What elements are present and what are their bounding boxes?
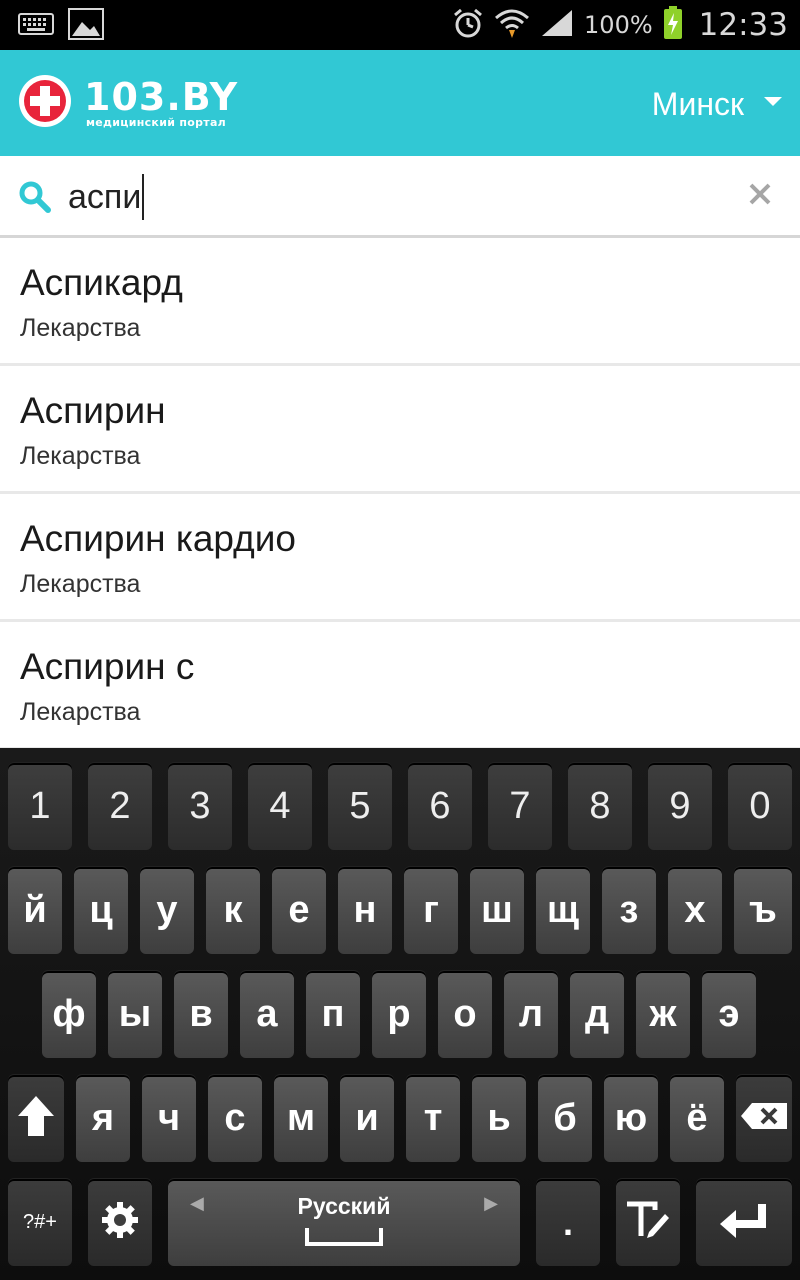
status-bar: 100% 12:33 [0, 0, 800, 50]
key-letter[interactable]: т [406, 1075, 460, 1162]
language-label: Русский [297, 1193, 391, 1219]
key-letter[interactable]: ъ [734, 867, 792, 954]
city-label: Минск [651, 85, 744, 122]
result-title: Аспирин кардио [20, 518, 296, 559]
enter-icon [718, 1200, 770, 1245]
key-3[interactable]: 3 [168, 763, 232, 850]
key-letter[interactable]: м [274, 1075, 328, 1162]
key-letter[interactable]: ш [470, 867, 524, 954]
settings-key[interactable] [88, 1179, 152, 1266]
key-letter[interactable]: л [504, 971, 558, 1058]
result-category: Лекарства [20, 698, 141, 726]
space-key[interactable]: ◀ ▶ Русский [168, 1179, 520, 1266]
result-category: Лекарства [20, 314, 141, 342]
clear-search-button[interactable] [746, 182, 774, 210]
battery-charging-icon [663, 6, 683, 44]
result-title: Аспирин с [20, 646, 195, 687]
key-letter[interactable]: п [306, 971, 360, 1058]
key-letter[interactable]: о [438, 971, 492, 1058]
key-letter[interactable]: ь [472, 1075, 526, 1162]
list-item[interactable]: Аспирин кардио Лекарства [0, 494, 800, 619]
key-letter[interactable]: з [602, 867, 656, 954]
key-letter[interactable]: б [538, 1075, 592, 1162]
logo-subtitle: медицинский портал [86, 115, 227, 129]
clock: 12:33 [698, 7, 788, 43]
key-letter[interactable]: д [570, 971, 624, 1058]
key-letter[interactable]: р [372, 971, 426, 1058]
app-header: 103.BY медицинский портал Минск [0, 50, 800, 156]
symbols-key[interactable]: ?#+ [8, 1179, 72, 1266]
search-query: аспи [68, 177, 142, 216]
soft-keyboard: 1 2 3 4 5 6 7 8 9 0 й ц у к е н г ш щ з … [0, 748, 800, 1280]
key-2[interactable]: 2 [88, 763, 152, 850]
language-next-icon: ▶ [484, 1193, 498, 1213]
handwriting-key[interactable] [616, 1179, 680, 1266]
keyboard-notification-icon [18, 13, 54, 39]
list-item[interactable]: Аспирин Лекарства [0, 366, 800, 491]
key-letter[interactable]: ч [142, 1075, 196, 1162]
battery-percent: 100% [584, 11, 653, 39]
wifi-icon [494, 6, 530, 44]
search-icon [18, 180, 52, 214]
key-9[interactable]: 9 [648, 763, 712, 850]
key-1[interactable]: 1 [8, 763, 72, 850]
key-letter[interactable]: а [240, 971, 294, 1058]
key-8[interactable]: 8 [568, 763, 632, 850]
key-letter[interactable]: ю [604, 1075, 658, 1162]
city-selector[interactable]: Минск [652, 80, 782, 128]
key-letter[interactable]: ж [636, 971, 690, 1058]
logo-title: 103.BY [84, 74, 239, 119]
alarm-icon [452, 7, 484, 43]
language-prev-icon: ◀ [190, 1193, 204, 1213]
shift-key[interactable] [8, 1075, 64, 1162]
signal-icon [540, 8, 574, 42]
result-category: Лекарства [20, 442, 141, 470]
result-title: Аспикард [20, 262, 183, 303]
key-letter[interactable]: е [272, 867, 326, 954]
result-title: Аспирин [20, 390, 166, 431]
key-letter[interactable]: э [702, 971, 756, 1058]
key-letter[interactable]: у [140, 867, 194, 954]
key-7[interactable]: 7 [488, 763, 552, 850]
key-4[interactable]: 4 [248, 763, 312, 850]
list-item[interactable]: Аспикард Лекарства [0, 238, 800, 363]
key-5[interactable]: 5 [328, 763, 392, 850]
key-letter[interactable]: х [668, 867, 722, 954]
key-letter[interactable]: ы [108, 971, 162, 1058]
search-input[interactable]: аспи [68, 174, 145, 220]
image-notification-icon [68, 8, 104, 44]
key-letter[interactable]: ё [670, 1075, 724, 1162]
key-letter[interactable]: н [338, 867, 392, 954]
key-letter[interactable]: ц [74, 867, 128, 954]
key-letter[interactable]: в [174, 971, 228, 1058]
result-category: Лекарства [20, 570, 141, 598]
key-letter[interactable]: щ [536, 867, 590, 954]
enter-key[interactable] [696, 1179, 792, 1266]
space-bar-icon [305, 1228, 383, 1246]
key-6[interactable]: 6 [408, 763, 472, 850]
close-icon [748, 179, 772, 214]
key-0[interactable]: 0 [728, 763, 792, 850]
app-logo[interactable]: 103.BY медицинский портал [18, 74, 238, 132]
gear-icon [100, 1200, 140, 1245]
shift-arrow-icon [16, 1094, 56, 1143]
medical-cross-icon [18, 74, 72, 132]
key-letter[interactable]: и [340, 1075, 394, 1162]
key-letter[interactable]: й [8, 867, 62, 954]
search-bar: аспи [0, 156, 800, 238]
key-letter[interactable]: я [76, 1075, 130, 1162]
key-letter[interactable]: ф [42, 971, 96, 1058]
key-letter[interactable]: г [404, 867, 458, 954]
search-results-list: Аспикард Лекарства Аспирин Лекарства Асп… [0, 238, 800, 748]
text-cursor [142, 174, 145, 220]
list-item[interactable]: Аспирин с Лекарства [0, 622, 800, 747]
dropdown-caret-icon [764, 96, 782, 106]
key-letter[interactable]: с [208, 1075, 262, 1162]
key-letter[interactable]: к [206, 867, 260, 954]
period-key[interactable]: . [536, 1179, 600, 1266]
backspace-key[interactable] [736, 1075, 792, 1162]
text-pen-icon [625, 1200, 671, 1245]
backspace-icon [740, 1102, 788, 1135]
